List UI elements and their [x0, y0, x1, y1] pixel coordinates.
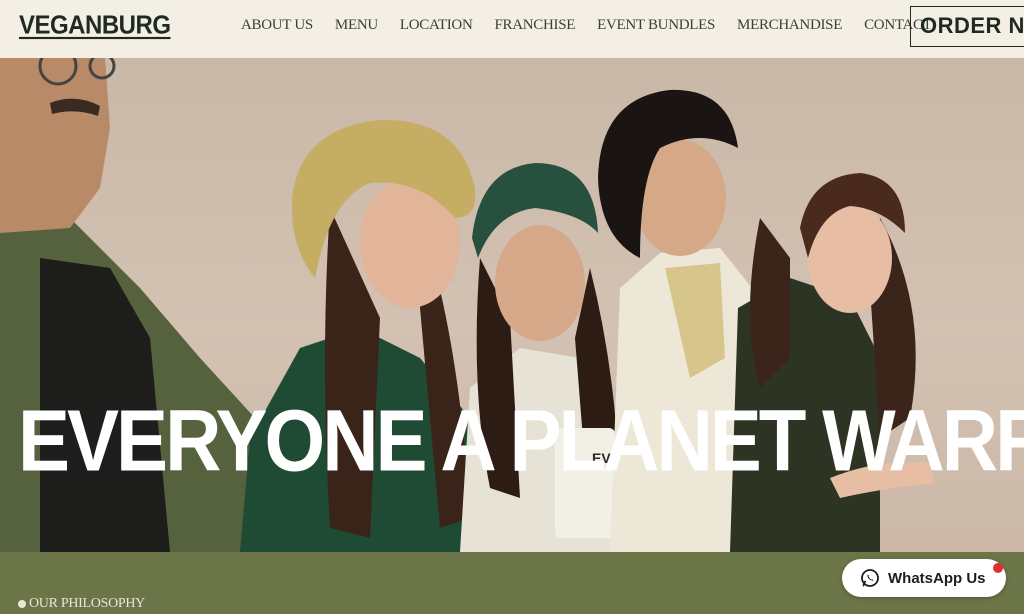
nav-item-franchise[interactable]: FRANCHISE [494, 17, 575, 34]
whatsapp-label: WhatsApp Us [888, 569, 986, 587]
nav-item-about-us[interactable]: ABOUT US [241, 17, 313, 34]
notification-badge [993, 563, 1003, 573]
top-navbar: VEGANBURG ABOUT US MENU LOCATION FRANCHI… [0, 0, 1024, 58]
person-green-beanie: EVE [460, 163, 625, 552]
main-nav: ABOUT US MENU LOCATION FRANCHISE EVENT B… [241, 17, 932, 34]
whatsapp-button[interactable]: WhatsApp Us [842, 559, 1006, 597]
nav-item-location[interactable]: LOCATION [400, 17, 473, 34]
brand-logo[interactable]: VEGANBURG [19, 11, 171, 41]
nav-item-event-bundles[interactable]: EVENT BUNDLES [597, 17, 715, 34]
hero-banner: EVE EVERYONE A PLANET WARRIOR [0, 58, 1024, 552]
section-label: OUR PHILOSOPHY [18, 596, 145, 612]
bullet-dot-icon [18, 600, 26, 608]
nav-item-menu[interactable]: MENU [335, 17, 378, 34]
person-woman-right [730, 173, 935, 552]
whatsapp-icon [861, 569, 879, 587]
section-label-text: OUR PHILOSOPHY [29, 596, 145, 611]
order-now-button[interactable]: ORDER NOW [910, 6, 1024, 47]
nav-item-merchandise[interactable]: MERCHANDISE [737, 17, 842, 34]
hero-headline: EVERYONE A PLANET WARRIOR [18, 391, 1024, 490]
